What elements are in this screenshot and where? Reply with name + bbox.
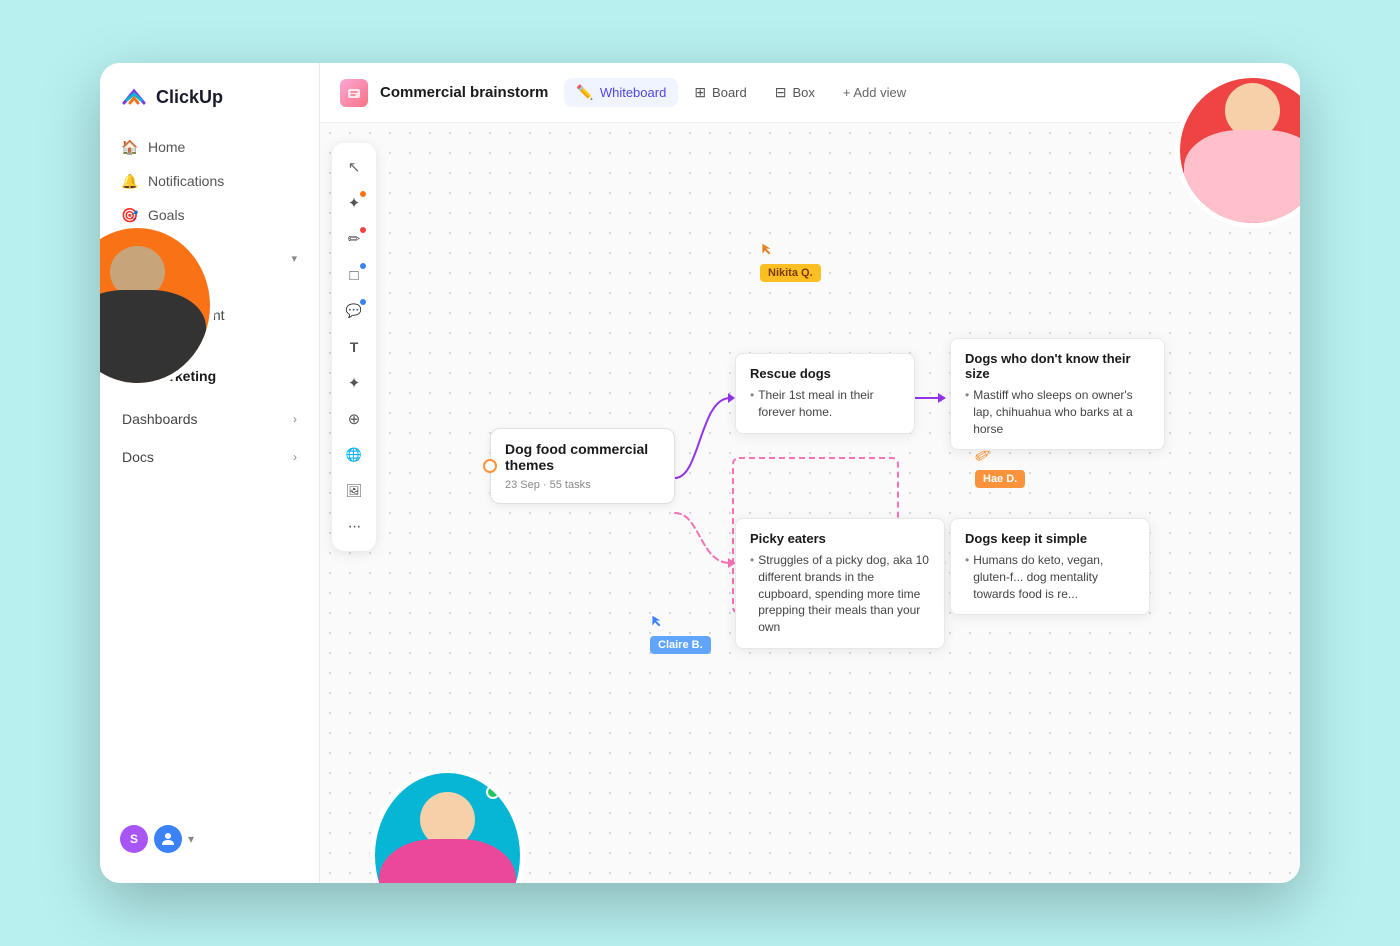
chevron-right-icon-2: › xyxy=(293,450,297,464)
chevron-right-icon: › xyxy=(293,412,297,426)
comment-dot xyxy=(360,299,366,305)
board-tab-label: Board xyxy=(712,85,747,100)
docs-label: Docs xyxy=(122,449,154,465)
toolbar-globe-btn[interactable]: 🌐 xyxy=(338,439,370,471)
box-tab-label: Box xyxy=(792,85,814,100)
home-label: Home xyxy=(148,139,185,155)
picky-eaters-bullet: Struggles of a picky dog, aka 10 differe… xyxy=(750,552,930,636)
cursor-arrow-claire xyxy=(650,613,664,629)
woman2-body xyxy=(379,839,517,883)
sidebar-item-home[interactable]: 🏠 Home xyxy=(110,131,309,163)
notifications-label: Notifications xyxy=(148,173,224,189)
card-dogs-size[interactable]: Dogs who don't know their size Mastiff w… xyxy=(950,338,1165,450)
project-icon xyxy=(340,79,368,107)
chevron-down-icon: ▾ xyxy=(291,252,297,265)
rescue-dogs-title: Rescue dogs xyxy=(750,366,900,381)
toolbar-cursor-btn[interactable]: ↖ xyxy=(338,151,370,183)
cursor-claire-label: Claire B. xyxy=(650,636,711,654)
whiteboard-canvas[interactable]: ↖ ✦ ✏ □ 💬 T ✦ ⊕ xyxy=(320,123,1300,883)
person-icon xyxy=(160,831,176,847)
card-picky-eaters[interactable]: Picky eaters Struggles of a picky dog, a… xyxy=(735,518,945,649)
main-node-status-circle xyxy=(483,459,497,473)
header: Commercial brainstorm ✏️ Whiteboard ⊞ Bo… xyxy=(320,63,1300,123)
picky-eaters-title: Picky eaters xyxy=(750,531,930,546)
toolbar-more-btn[interactable]: ··· xyxy=(338,511,370,543)
ai-dot xyxy=(360,191,366,197)
toolbar-rect-btn[interactable]: □ xyxy=(338,259,370,291)
rescue-dogs-bullet: Their 1st meal in their forever home. xyxy=(750,387,900,421)
sidebar: ClickUp 🏠 Home 🔔 Notifications 🎯 Goals S… xyxy=(100,63,320,883)
bell-icon: 🔔 xyxy=(122,173,138,189)
clickup-logo-icon xyxy=(120,83,148,111)
sidebar-bottom: S ▾ xyxy=(100,815,319,863)
sidebar-item-notifications[interactable]: 🔔 Notifications xyxy=(110,165,309,197)
cursor-hae-label: Hae D. xyxy=(975,470,1025,488)
person-man xyxy=(100,228,210,383)
home-icon: 🏠 xyxy=(122,139,138,155)
whiteboard-tab-label: Whiteboard xyxy=(600,85,666,100)
pen-dot xyxy=(360,227,366,233)
toolbar-ai-btn[interactable]: ✦ xyxy=(338,187,370,219)
dogs-size-bullet: Mastiff who sleeps on owner's lap, chihu… xyxy=(965,387,1150,437)
dashboards-label: Dashboards xyxy=(122,411,198,427)
woman-body xyxy=(1184,130,1300,223)
dogs-size-title: Dogs who don't know their size xyxy=(965,351,1150,381)
goals-icon: 🎯 xyxy=(122,207,138,223)
online-dot-bottom xyxy=(486,785,500,799)
person-woman xyxy=(1180,78,1300,223)
cursor-arrow-nikita xyxy=(760,241,774,257)
cursor-nikita-label: Nikita Q. xyxy=(760,264,821,282)
dropdown-arrow: ▾ xyxy=(188,832,194,846)
project-icon-svg xyxy=(346,85,362,101)
whiteboard-toolbar: ↖ ✦ ✏ □ 💬 T ✦ ⊕ xyxy=(332,143,376,551)
add-view-label: + Add view xyxy=(843,85,906,100)
nav-items: 🏠 Home 🔔 Notifications 🎯 Goals xyxy=(100,131,319,231)
connector-lines xyxy=(320,123,1300,883)
logo-area: ClickUp xyxy=(100,83,319,131)
box-tab-icon: ⊟ xyxy=(775,84,787,101)
cursor-nikita: Nikita Q. xyxy=(760,241,774,262)
main-content: Commercial brainstorm ✏️ Whiteboard ⊞ Bo… xyxy=(320,63,1300,883)
toolbar-comment-btn[interactable]: 💬 xyxy=(338,295,370,327)
sidebar-item-docs[interactable]: Docs › xyxy=(110,440,309,474)
toolbar-text-btn[interactable]: T xyxy=(338,331,370,363)
avatar-user-s[interactable]: S xyxy=(120,825,148,853)
add-view-button[interactable]: + Add view xyxy=(831,79,918,106)
toolbar-image-btn[interactable]: 🖼 xyxy=(338,475,370,507)
tab-box[interactable]: ⊟ Box xyxy=(763,78,827,107)
main-node[interactable]: Dog food commercial themes 23 Sep · 55 t… xyxy=(490,428,675,504)
dogs-simple-bullet: Humans do keto, vegan, gluten-f... dog m… xyxy=(965,552,1135,602)
breadcrumb-section: Commercial brainstorm xyxy=(340,79,548,107)
rect-dot xyxy=(360,263,366,269)
card-dogs-simple[interactable]: Dogs keep it simple Humans do keto, vega… xyxy=(950,518,1150,615)
toolbar-pen-btn[interactable]: ✏ xyxy=(338,223,370,255)
logo-text: ClickUp xyxy=(156,87,223,108)
board-tab-icon: ⊞ xyxy=(694,84,706,101)
sidebar-item-dashboards[interactable]: Dashboards › xyxy=(110,402,309,436)
tab-whiteboard[interactable]: ✏️ Whiteboard xyxy=(564,78,678,107)
cursor-claire: Claire B. xyxy=(650,613,664,634)
card-rescue-dogs[interactable]: Rescue dogs Their 1st meal in their fore… xyxy=(735,353,915,434)
toolbar-magic-btn[interactable]: ✦ xyxy=(338,367,370,399)
tab-board[interactable]: ⊞ Board xyxy=(682,78,758,107)
toolbar-mindmap-btn[interactable]: ⊕ xyxy=(338,403,370,435)
app-window: ClickUp 🏠 Home 🔔 Notifications 🎯 Goals S… xyxy=(100,63,1300,883)
project-title: Commercial brainstorm xyxy=(380,84,548,101)
goals-label: Goals xyxy=(148,207,185,223)
main-node-title: Dog food commercial themes xyxy=(505,441,660,473)
dogs-simple-title: Dogs keep it simple xyxy=(965,531,1135,546)
header-tabs: ✏️ Whiteboard ⊞ Board ⊟ Box + Add view xyxy=(564,78,918,107)
avatar-user-p[interactable] xyxy=(154,825,182,853)
main-node-meta: 23 Sep · 55 tasks xyxy=(505,479,660,491)
cursor-hae: ✏ Hae D. xyxy=(975,443,992,468)
whiteboard-tab-icon: ✏️ xyxy=(576,84,593,101)
